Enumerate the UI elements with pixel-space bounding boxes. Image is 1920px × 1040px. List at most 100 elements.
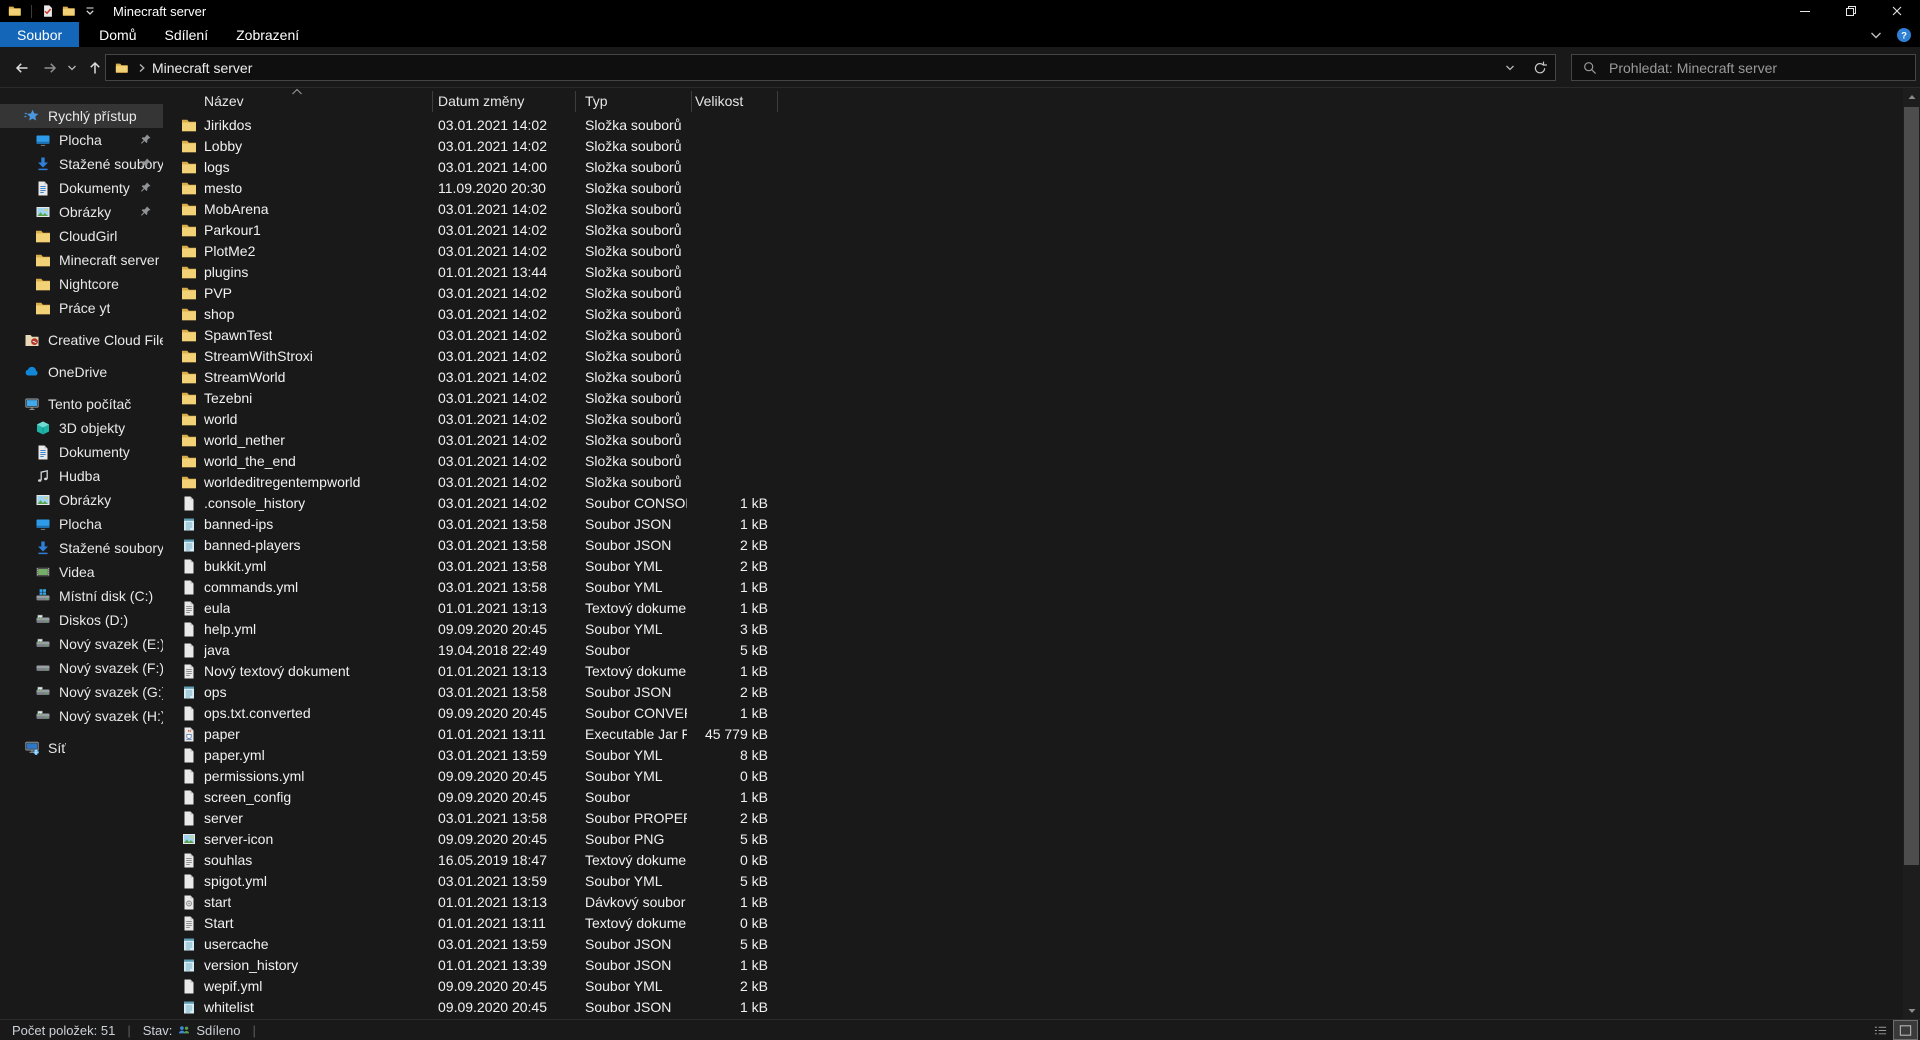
file-row-world-nether[interactable]: world_nether03.01.2021 14:02Složka soubo… [163, 429, 1903, 450]
file-row-banned-players[interactable]: banned-players03.01.2021 13:58Soubor JSO… [163, 534, 1903, 555]
file-row-server[interactable]: server03.01.2021 13:58Soubor PROPERTIES2… [163, 807, 1903, 828]
file-row-streamworld[interactable]: StreamWorld03.01.2021 14:02Složka soubor… [163, 366, 1903, 387]
file-row-bukkit-yml[interactable]: bukkit.yml03.01.2021 13:58Soubor YML2 kB [163, 555, 1903, 576]
sidebar-item-obrazky[interactable]: Obrázky [0, 200, 163, 224]
file-row-usercache[interactable]: usercache03.01.2021 13:59Soubor JSON5 kB [163, 933, 1903, 954]
file-row-streamwithstroxi[interactable]: StreamWithStroxi03.01.2021 14:02Složka s… [163, 345, 1903, 366]
column-header-typ[interactable]: Typ [585, 93, 608, 109]
refresh-button[interactable] [1525, 55, 1555, 80]
sidebar-item-sit[interactable]: Síť [0, 736, 163, 760]
sidebar-item-rychly-pristup[interactable]: Rychlý přístup [0, 104, 163, 128]
file-row-start[interactable]: start01.01.2021 13:13Dávkový soubor s...… [163, 891, 1903, 912]
file-row-mobarena[interactable]: MobArena03.01.2021 14:02Složka souborů [163, 198, 1903, 219]
vertical-scrollbar[interactable] [1903, 88, 1920, 1019]
file-row-java[interactable]: java19.04.2018 22:49Soubor5 kB [163, 639, 1903, 660]
column-divider[interactable] [575, 91, 576, 112]
thumbnail-view-button[interactable] [1894, 1021, 1917, 1039]
file-row-world-the-end[interactable]: world_the_end03.01.2021 14:02Složka soub… [163, 450, 1903, 471]
customize-qat-chevron-icon[interactable] [83, 4, 97, 18]
column-divider[interactable] [432, 91, 433, 112]
file-row-console-history[interactable]: .console_history03.01.2021 14:02Soubor C… [163, 492, 1903, 513]
file-row-spawntest[interactable]: SpawnTest03.01.2021 14:02Složka souborů [163, 324, 1903, 345]
file-row-spigot-yml[interactable]: spigot.yml03.01.2021 13:59Soubor YML5 kB [163, 870, 1903, 891]
file-row-whitelist[interactable]: whitelist09.09.2020 20:45Soubor JSON1 kB [163, 996, 1903, 1017]
search-box[interactable] [1571, 54, 1916, 81]
sidebar-item-videa[interactable]: Videa [0, 560, 163, 584]
file-row-permissions-yml[interactable]: permissions.yml09.09.2020 20:45Soubor YM… [163, 765, 1903, 786]
file-row-help-yml[interactable]: help.yml09.09.2020 20:45Soubor YML3 kB [163, 618, 1903, 639]
search-input[interactable] [1607, 59, 1905, 77]
file-row-server-icon[interactable]: server-icon09.09.2020 20:45Soubor PNG5 k… [163, 828, 1903, 849]
sidebar-item-plocha[interactable]: Plocha [0, 128, 163, 152]
scrollbar-thumb[interactable] [1904, 107, 1919, 865]
sidebar-item-cloudgirl[interactable]: CloudGirl [0, 224, 163, 248]
file-row-paper[interactable]: paper01.01.2021 13:11Executable Jar File… [163, 723, 1903, 744]
file-row-novy-textovy-dokument[interactable]: Nový textový dokument01.01.2021 13:13Tex… [163, 660, 1903, 681]
properties-icon[interactable] [41, 4, 55, 18]
column-header-datum-zmeny[interactable]: Datum změny [438, 93, 524, 109]
file-row-banned-ips[interactable]: banned-ips03.01.2021 13:58Soubor JSON1 k… [163, 513, 1903, 534]
sidebar-item-obrazky[interactable]: Obrázky [0, 488, 163, 512]
file-row-eula[interactable]: eula01.01.2021 13:13Textový dokument1 kB [163, 597, 1903, 618]
file-row-commands-yml[interactable]: commands.yml03.01.2021 13:58Soubor YML1 … [163, 576, 1903, 597]
restore-button[interactable] [1828, 0, 1874, 22]
file-row-logs[interactable]: logs03.01.2021 14:00Složka souborů [163, 156, 1903, 177]
file-row-lobby[interactable]: Lobby03.01.2021 14:02Složka souborů [163, 135, 1903, 156]
file-row-souhlas[interactable]: souhlas16.05.2019 18:47Textový dokument0… [163, 849, 1903, 870]
sidebar-item-prace-yt[interactable]: Práce yt [0, 296, 163, 320]
file-row-pvp[interactable]: PVP03.01.2021 14:02Složka souborů [163, 282, 1903, 303]
help-icon[interactable]: ? [1896, 27, 1912, 43]
file-row-worldeditregentempworld[interactable]: worldeditregentempworld03.01.2021 14:02S… [163, 471, 1903, 492]
scrollbar-down-arrow[interactable] [1903, 1002, 1920, 1019]
address-bar[interactable]: Minecraft server [105, 54, 1556, 81]
file-row-version-history[interactable]: version_history01.01.2021 13:39Soubor JS… [163, 954, 1903, 975]
address-dropdown-button[interactable] [1495, 55, 1525, 80]
sidebar-item-diskos-d[interactable]: Diskos (D:) [0, 608, 163, 632]
sidebar-item-dokumenty[interactable]: Dokumenty [0, 440, 163, 464]
new-folder-icon[interactable] [62, 4, 76, 18]
sidebar-item-novy-svazek-f[interactable]: Nový svazek (F:) [0, 656, 163, 680]
file-row-plugins[interactable]: plugins01.01.2021 13:44Složka souborů [163, 261, 1903, 282]
column-header-velikost[interactable]: Velikost [695, 93, 743, 109]
forward-button[interactable] [37, 55, 63, 81]
sidebar-item-novy-svazek-g[interactable]: Nový svazek (G:) [0, 680, 163, 704]
tab-domu[interactable]: Domů [85, 22, 150, 47]
file-row-start[interactable]: Start01.01.2021 13:11Textový dokument0 k… [163, 912, 1903, 933]
back-button[interactable] [9, 55, 35, 81]
file-row-wepif-yml[interactable]: wepif.yml09.09.2020 20:45Soubor YML2 kB [163, 975, 1903, 996]
sidebar-item-3d-objekty[interactable]: 3D objekty [0, 416, 163, 440]
sidebar-item-hudba[interactable]: Hudba [0, 464, 163, 488]
sidebar-item-stazene-soubory[interactable]: Stažené soubory [0, 536, 163, 560]
file-row-ops[interactable]: ops03.01.2021 13:58Soubor JSON2 kB [163, 681, 1903, 702]
file-row-ops-txt-converted[interactable]: ops.txt.converted09.09.2020 20:45Soubor … [163, 702, 1903, 723]
file-row-paper-yml[interactable]: paper.yml03.01.2021 13:59Soubor YML8 kB [163, 744, 1903, 765]
column-divider[interactable] [691, 91, 692, 112]
sidebar-item-nightcore[interactable]: Nightcore [0, 272, 163, 296]
breadcrumb[interactable]: Minecraft server [152, 60, 252, 76]
tab-sdileni[interactable]: Sdílení [151, 22, 223, 47]
file-row-jirikdos[interactable]: Jirikdos03.01.2021 14:02Složka souborů [163, 114, 1903, 135]
recent-locations-button[interactable] [63, 55, 81, 81]
file-row-screen-config[interactable]: screen_config09.09.2020 20:45Soubor1 kB [163, 786, 1903, 807]
sidebar-item-onedrive[interactable]: OneDrive [0, 360, 163, 384]
sidebar-item-plocha[interactable]: Plocha [0, 512, 163, 536]
sidebar-item-dokumenty[interactable]: Dokumenty [0, 176, 163, 200]
details-view-button[interactable] [1869, 1021, 1892, 1039]
breadcrumb-chevron-icon[interactable] [136, 62, 148, 74]
column-header-nazev[interactable]: Název [204, 93, 244, 109]
file-row-parkour1[interactable]: Parkour103.01.2021 14:02Složka souborů [163, 219, 1903, 240]
file-row-plotme2[interactable]: PlotMe203.01.2021 14:02Složka souborů [163, 240, 1903, 261]
sidebar-item-mistni-disk-c[interactable]: Místní disk (C:) [0, 584, 163, 608]
tab-soubor[interactable]: Soubor [0, 22, 79, 47]
sidebar-item-novy-svazek-e[interactable]: Nový svazek (E:) [0, 632, 163, 656]
sidebar-item-novy-svazek-h[interactable]: Nový svazek (H:) [0, 704, 163, 728]
file-row-world[interactable]: world03.01.2021 14:02Složka souborů [163, 408, 1903, 429]
tab-zobrazeni[interactable]: Zobrazení [222, 22, 313, 47]
scrollbar-up-arrow[interactable] [1903, 88, 1920, 105]
file-row-mesto[interactable]: mesto11.09.2020 20:30Složka souborů [163, 177, 1903, 198]
file-row-shop[interactable]: shop03.01.2021 14:02Složka souborů [163, 303, 1903, 324]
file-row-tezebni[interactable]: Tezebni03.01.2021 14:02Složka souborů [163, 387, 1903, 408]
close-button[interactable] [1874, 0, 1920, 22]
sidebar-item-creative-cloud-files[interactable]: Creative Cloud Files [0, 328, 163, 352]
column-divider[interactable] [777, 91, 778, 112]
